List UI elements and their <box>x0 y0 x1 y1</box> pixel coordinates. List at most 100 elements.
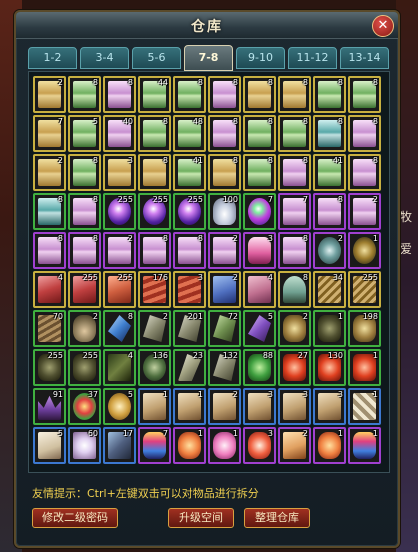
item-slot[interactable]: 255 <box>103 193 136 230</box>
item-slot[interactable]: 2 <box>348 193 381 230</box>
item-slot[interactable]: 8 <box>243 115 276 152</box>
item-slot[interactable]: 5 <box>103 388 136 425</box>
item-slot[interactable]: 1 <box>313 427 346 464</box>
item-slot[interactable]: 17 <box>103 427 136 464</box>
item-slot[interactable]: 8 <box>138 154 171 191</box>
item-slot[interactable]: 8 <box>278 271 311 308</box>
item-slot[interactable]: 3 <box>243 232 276 269</box>
item-slot[interactable]: 8 <box>243 154 276 191</box>
item-slot[interactable]: 44 <box>138 76 171 113</box>
item-slot[interactable]: 7 <box>138 427 171 464</box>
item-slot[interactable]: 1 <box>348 232 381 269</box>
item-slot[interactable]: 3 <box>278 388 311 425</box>
item-slot[interactable]: 8 <box>208 115 241 152</box>
item-slot[interactable]: 8 <box>68 193 101 230</box>
item-slot[interactable]: 8 <box>173 232 206 269</box>
item-slot[interactable]: 4 <box>33 271 66 308</box>
item-slot[interactable]: 8 <box>138 232 171 269</box>
item-slot[interactable]: 3 <box>243 427 276 464</box>
item-slot[interactable]: 198 <box>348 310 381 347</box>
item-slot[interactable]: 48 <box>173 115 206 152</box>
item-slot[interactable]: 60 <box>68 427 101 464</box>
tab-9-10[interactable]: 9-10 <box>236 47 285 69</box>
item-slot[interactable]: 7 <box>33 115 66 152</box>
tab-11-12[interactable]: 11-12 <box>288 47 337 69</box>
item-slot[interactable]: 2 <box>68 310 101 347</box>
item-slot[interactable]: 1 <box>173 427 206 464</box>
item-slot[interactable]: 8 <box>313 76 346 113</box>
item-slot[interactable]: 70 <box>33 310 66 347</box>
sort-storage-button[interactable]: 整理仓库 <box>244 508 310 528</box>
item-slot[interactable]: 8 <box>103 310 136 347</box>
item-slot[interactable]: 8 <box>68 154 101 191</box>
item-slot[interactable]: 2 <box>103 232 136 269</box>
item-slot[interactable]: 8 <box>278 154 311 191</box>
item-slot[interactable]: 8 <box>33 193 66 230</box>
item-slot[interactable]: 2 <box>33 154 66 191</box>
item-slot[interactable]: 8 <box>348 76 381 113</box>
item-slot[interactable]: 8 <box>278 232 311 269</box>
item-slot[interactable]: 27 <box>278 349 311 386</box>
item-slot[interactable]: 8 <box>173 76 206 113</box>
change-password-button[interactable]: 修改二级密码 <box>32 508 118 528</box>
item-slot[interactable]: 8 <box>33 232 66 269</box>
item-slot[interactable]: 1 <box>313 310 346 347</box>
item-slot[interactable]: 8 <box>68 232 101 269</box>
tab-7-8[interactable]: 7-8 <box>184 45 233 71</box>
item-slot[interactable]: 8 <box>278 115 311 152</box>
item-slot[interactable]: 7 <box>278 193 311 230</box>
item-slot[interactable]: 8 <box>313 193 346 230</box>
item-slot[interactable]: 37 <box>68 388 101 425</box>
item-slot[interactable]: 2 <box>208 271 241 308</box>
item-slot[interactable]: 1 <box>348 427 381 464</box>
item-slot[interactable]: 1 <box>138 388 171 425</box>
item-slot[interactable]: 4 <box>103 349 136 386</box>
item-slot[interactable]: 8 <box>103 76 136 113</box>
item-slot[interactable]: 3 <box>313 388 346 425</box>
title-bar[interactable]: 仓库 ✕ <box>16 12 398 39</box>
item-slot[interactable]: 34 <box>313 271 346 308</box>
item-slot[interactable]: 8 <box>68 76 101 113</box>
item-slot[interactable]: 40 <box>103 115 136 152</box>
item-slot[interactable]: 2 <box>208 388 241 425</box>
item-slot[interactable]: 91 <box>33 388 66 425</box>
item-slot[interactable]: 2 <box>138 310 171 347</box>
item-slot[interactable]: 1 <box>208 427 241 464</box>
item-slot[interactable]: 23 <box>173 349 206 386</box>
item-slot[interactable]: 8 <box>348 154 381 191</box>
item-slot[interactable]: 8 <box>313 115 346 152</box>
item-slot[interactable]: 2 <box>208 232 241 269</box>
item-slot[interactable]: 255 <box>68 271 101 308</box>
item-slot[interactable]: 8 <box>138 115 171 152</box>
item-slot[interactable]: 176 <box>138 271 171 308</box>
item-slot[interactable]: 132 <box>208 349 241 386</box>
item-slot[interactable]: 8 <box>348 115 381 152</box>
item-slot[interactable]: 255 <box>348 271 381 308</box>
item-slot[interactable]: 2 <box>278 310 311 347</box>
item-slot[interactable]: 8 <box>208 76 241 113</box>
upgrade-space-button[interactable]: 升级空间 <box>168 508 234 528</box>
item-slot[interactable]: 255 <box>103 271 136 308</box>
item-slot[interactable]: 7 <box>243 193 276 230</box>
tab-3-4[interactable]: 3-4 <box>80 47 129 69</box>
item-slot[interactable]: 72 <box>208 310 241 347</box>
item-slot[interactable]: 8 <box>208 154 241 191</box>
item-slot[interactable]: 2 <box>313 232 346 269</box>
item-slot[interactable]: 5 <box>243 310 276 347</box>
item-slot[interactable]: 8 <box>278 76 311 113</box>
item-slot[interactable]: 201 <box>173 310 206 347</box>
item-slot[interactable]: 3 <box>173 271 206 308</box>
item-slot[interactable]: 255 <box>33 349 66 386</box>
item-slot[interactable]: 2 <box>278 427 311 464</box>
item-slot[interactable]: 2 <box>33 76 66 113</box>
item-slot[interactable]: 100 <box>208 193 241 230</box>
item-slot[interactable]: 3 <box>103 154 136 191</box>
item-slot[interactable]: 130 <box>313 349 346 386</box>
item-slot[interactable]: 5 <box>33 427 66 464</box>
item-slot[interactable]: 255 <box>173 193 206 230</box>
item-slot[interactable]: 255 <box>138 193 171 230</box>
tab-1-2[interactable]: 1-2 <box>28 47 77 69</box>
tab-5-6[interactable]: 5-6 <box>132 47 181 69</box>
item-slot[interactable]: 255 <box>68 349 101 386</box>
item-slot[interactable]: 1 <box>173 388 206 425</box>
